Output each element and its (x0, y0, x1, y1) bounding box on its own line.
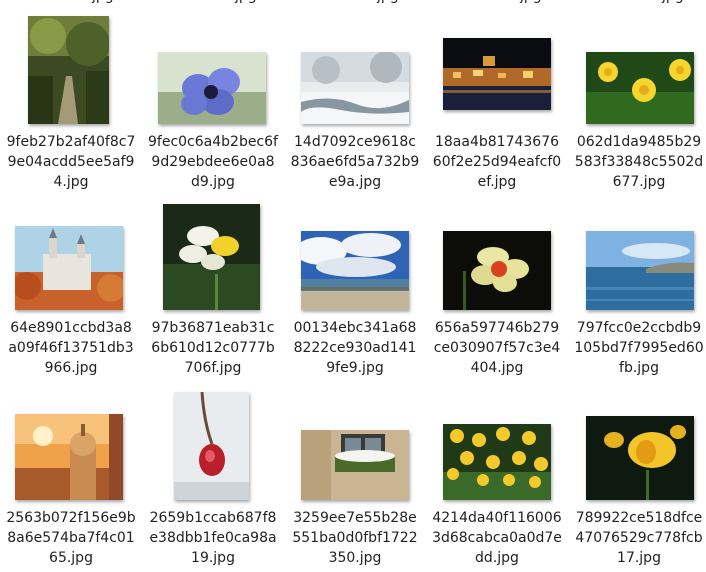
prev-row-filename[interactable]: jpg (92, 0, 114, 6)
image-thumbnail-icon (15, 414, 123, 500)
file-item[interactable]: 789922ce518dfce47076529c778fcb17.jpg (568, 384, 706, 570)
file-item[interactable]: 14d7092ce9618c836ae6fd5a732b9e9a.jpg (284, 10, 426, 196)
file-item[interactable]: 3259ee7e55b28e551ba0d0fbf1722350.jpg (284, 384, 426, 570)
file-name: 64e8901ccbd3a8a09f46f13751db3966.jpg (8, 320, 134, 376)
file-item[interactable]: 9feb27b2af40f8c79e04acdd5ee5af94.jpg (0, 10, 142, 196)
file-item[interactable]: 797fcc0e2ccbdb9105bd7f7995ed60fb.jpg (568, 196, 706, 382)
prev-row-filename[interactable]: jpg (520, 0, 542, 6)
image-thumbnail-icon (586, 52, 694, 124)
file-grid-view: jpg jpg jpg jpg jpg 9feb27b2af40f8c79e04… (0, 0, 706, 572)
file-item[interactable]: 2659b1ccab687f8e38dbb1fe0ca98a19.jpg (142, 384, 284, 570)
image-thumbnail-icon (301, 430, 409, 500)
prev-row-filename[interactable]: jpg (662, 0, 684, 6)
image-thumbnail-icon (158, 52, 266, 124)
file-name: 4214da40f1160063d68cabca0a0d7edd.jpg (432, 510, 562, 566)
file-item[interactable]: 97b36871eab31c6b610d12c0777b706f.jpg (142, 196, 284, 382)
file-item[interactable]: 9fec0c6a4b2bec6f9d29ebdee6e0a8d9.jpg (142, 10, 284, 196)
file-name: 18aa4b8174367660f2e25d94eafcf0ef.jpg (432, 134, 562, 190)
file-name: 656a597746b279ce030907f57c3e4404.jpg (433, 320, 561, 376)
file-item[interactable]: 64e8901ccbd3a8a09f46f13751db3966.jpg (0, 196, 142, 382)
file-item[interactable]: 062d1da9485b29583f33848c5502d677.jpg (568, 10, 706, 196)
file-item[interactable]: 656a597746b279ce030907f57c3e4404.jpg (426, 196, 568, 382)
image-thumbnail-icon (586, 231, 694, 310)
image-thumbnail-icon (28, 16, 109, 124)
file-item[interactable]: 2563b072f156e9b8a6e574ba7f4c0165.jpg (0, 384, 142, 570)
file-name: 14d7092ce9618c836ae6fd5a732b9e9a.jpg (290, 134, 420, 190)
file-item[interactable]: 18aa4b8174367660f2e25d94eafcf0ef.jpg (426, 10, 568, 196)
image-thumbnail-icon (301, 231, 409, 310)
image-thumbnail-icon (443, 231, 551, 310)
image-thumbnail-icon (443, 424, 551, 500)
file-name: 9fec0c6a4b2bec6f9d29ebdee6e0a8d9.jpg (148, 134, 278, 190)
file-item[interactable]: 00134ebc341a688222ce930ad1419fe9.jpg (284, 196, 426, 382)
image-thumbnail-icon (301, 52, 409, 124)
image-thumbnail-icon (443, 38, 551, 110)
file-name: 00134ebc341a688222ce930ad1419fe9.jpg (293, 320, 417, 376)
file-name: 2659b1ccab687f8e38dbb1fe0ca98a19.jpg (149, 510, 277, 566)
file-name: 9feb27b2af40f8c79e04acdd5ee5af94.jpg (6, 134, 136, 190)
file-name: 797fcc0e2ccbdb9105bd7f7995ed60fb.jpg (574, 320, 704, 376)
image-thumbnail-icon (15, 226, 123, 310)
file-name: 062d1da9485b29583f33848c5502d677.jpg (574, 134, 704, 190)
prev-row-filename[interactable]: jpg (235, 0, 257, 6)
image-thumbnail-icon (163, 204, 260, 310)
file-item[interactable]: 4214da40f1160063d68cabca0a0d7edd.jpg (426, 384, 568, 570)
prev-row-filename[interactable]: jpg (377, 0, 399, 6)
file-name: 789922ce518dfce47076529c778fcb17.jpg (575, 510, 703, 566)
file-name: 3259ee7e55b28e551ba0d0fbf1722350.jpg (292, 510, 418, 566)
file-name: 97b36871eab31c6b610d12c0777b706f.jpg (151, 320, 275, 376)
image-thumbnail-icon (174, 392, 249, 500)
image-thumbnail-icon (586, 416, 694, 500)
file-name: 2563b072f156e9b8a6e574ba7f4c0165.jpg (6, 510, 136, 566)
